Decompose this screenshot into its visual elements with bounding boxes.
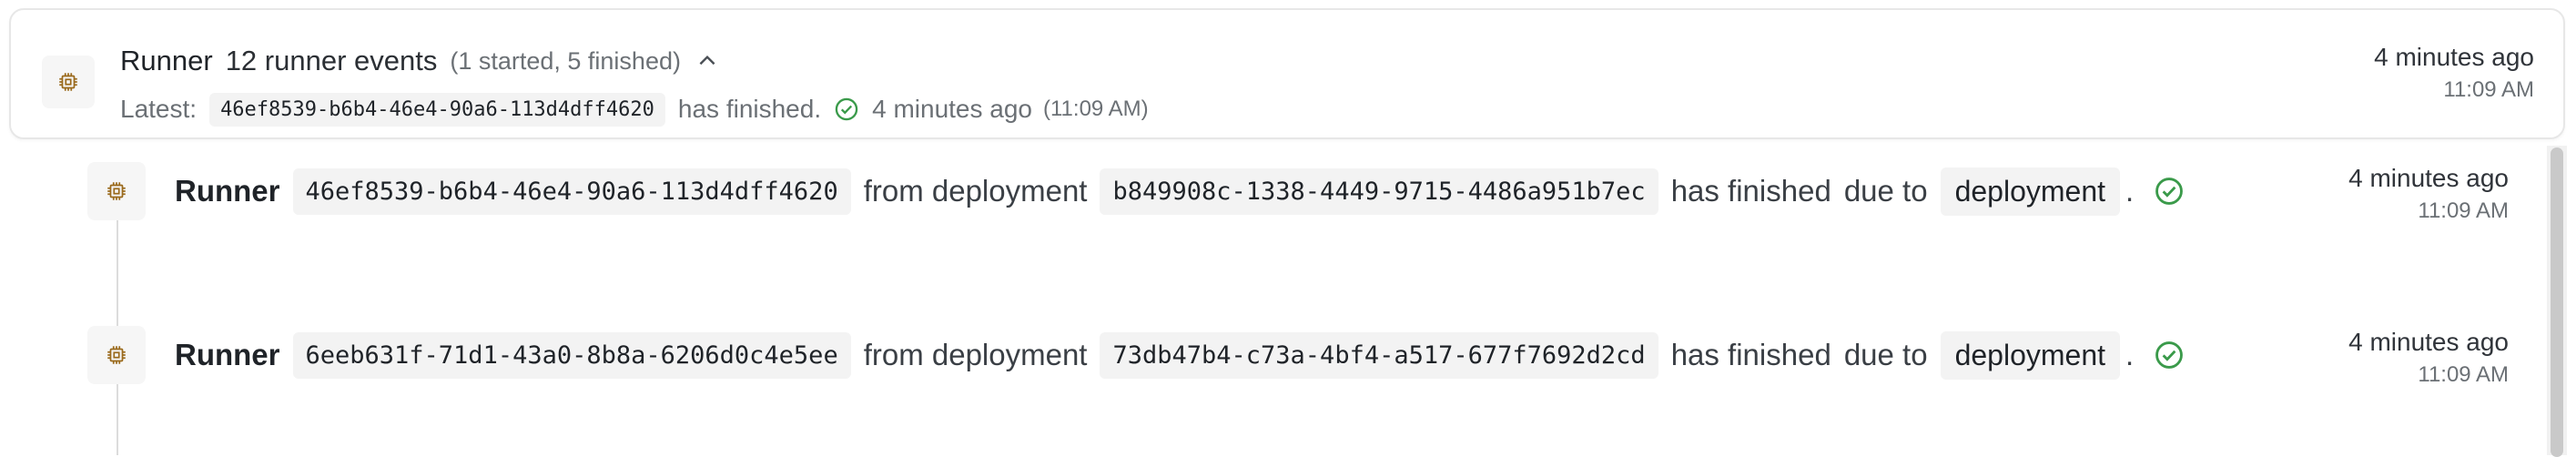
runner-chip-icon xyxy=(42,56,95,108)
reason-badge[interactable]: deployment xyxy=(1940,330,2120,380)
absolute-time: 11:09 AM xyxy=(2443,77,2534,102)
due-text: due to xyxy=(1843,338,1928,371)
runner-events-group[interactable]: Runner 12 runner events (1 started, 5 fi… xyxy=(9,8,2565,139)
runner-chip-icon xyxy=(87,162,146,220)
scrollbar-thumb[interactable] xyxy=(2551,147,2563,457)
event-row[interactable]: Runner 6eeb631f-71d1-43a0-8b8a-6206d0c4e… xyxy=(87,326,2509,408)
group-timestamp: 4 minutes ago 11:09 AM xyxy=(2374,43,2534,103)
absolute-time: 11:09 AM xyxy=(2418,362,2509,387)
check-circle-icon xyxy=(2154,340,2185,371)
relative-time: 4 minutes ago xyxy=(2348,164,2509,192)
vertical-scrollbar[interactable] xyxy=(2547,146,2567,457)
period: . xyxy=(2125,174,2135,208)
latest-absolute-time: (11:09 AM) xyxy=(1043,96,1149,121)
latest-event-summary: Latest: 46ef8539-b6b4-46e4-90a6-113d4dff… xyxy=(120,88,1149,130)
event-timestamp: 4 minutes ago 11:09 AM xyxy=(2348,328,2509,388)
latest-label: Latest: xyxy=(120,95,198,123)
event-row[interactable]: Runner 46ef8539-b6b4-46e4-90a6-113d4dff4… xyxy=(87,162,2509,244)
runner-id[interactable]: 46ef8539-b6b4-46e4-90a6-113d4dff4620 xyxy=(292,168,851,215)
status-text: has finished xyxy=(1670,174,1831,208)
event-title: Runner xyxy=(175,174,280,208)
check-circle-icon xyxy=(834,96,859,122)
event-breakdown: (1 started, 5 finished) xyxy=(450,46,681,75)
event-title: Runner xyxy=(175,338,280,371)
status-text: has finished xyxy=(1670,338,1831,371)
latest-relative-time: 4 minutes ago xyxy=(872,95,1032,123)
event-description: Runner 6eeb631f-71d1-43a0-8b8a-6206d0c4e… xyxy=(175,326,2185,384)
relative-time: 4 minutes ago xyxy=(2348,328,2509,356)
event-count: 12 runner events xyxy=(225,45,438,76)
deployment-id[interactable]: 73db47b4-c73a-4bf4-a517-677f7692d2cd xyxy=(1100,331,1658,379)
event-description: Runner 46ef8539-b6b4-46e4-90a6-113d4dff4… xyxy=(175,162,2185,220)
relative-time: 4 minutes ago xyxy=(2374,43,2534,71)
group-summary: Runner 12 runner events (1 started, 5 fi… xyxy=(120,36,719,86)
period: . xyxy=(2125,338,2135,371)
check-circle-icon xyxy=(2154,176,2185,207)
due-text: due to xyxy=(1843,174,1928,208)
deployment-id[interactable]: b849908c-1338-4449-9715-4486a951b7ec xyxy=(1100,168,1658,215)
reason-badge[interactable]: deployment xyxy=(1940,167,2120,216)
chevron-up-icon[interactable] xyxy=(695,49,719,73)
latest-runner-id[interactable]: 46ef8539-b6b4-46e4-90a6-113d4dff4620 xyxy=(209,92,665,127)
runner-chip-icon xyxy=(87,326,146,384)
event-timestamp: 4 minutes ago 11:09 AM xyxy=(2348,164,2509,224)
from-text: from deployment xyxy=(863,338,1088,371)
group-title: Runner xyxy=(120,45,213,76)
absolute-time: 11:09 AM xyxy=(2418,198,2509,223)
latest-status: has finished. xyxy=(677,95,822,123)
from-text: from deployment xyxy=(863,174,1088,208)
runner-id[interactable]: 6eeb631f-71d1-43a0-8b8a-6206d0c4e5ee xyxy=(292,331,851,379)
